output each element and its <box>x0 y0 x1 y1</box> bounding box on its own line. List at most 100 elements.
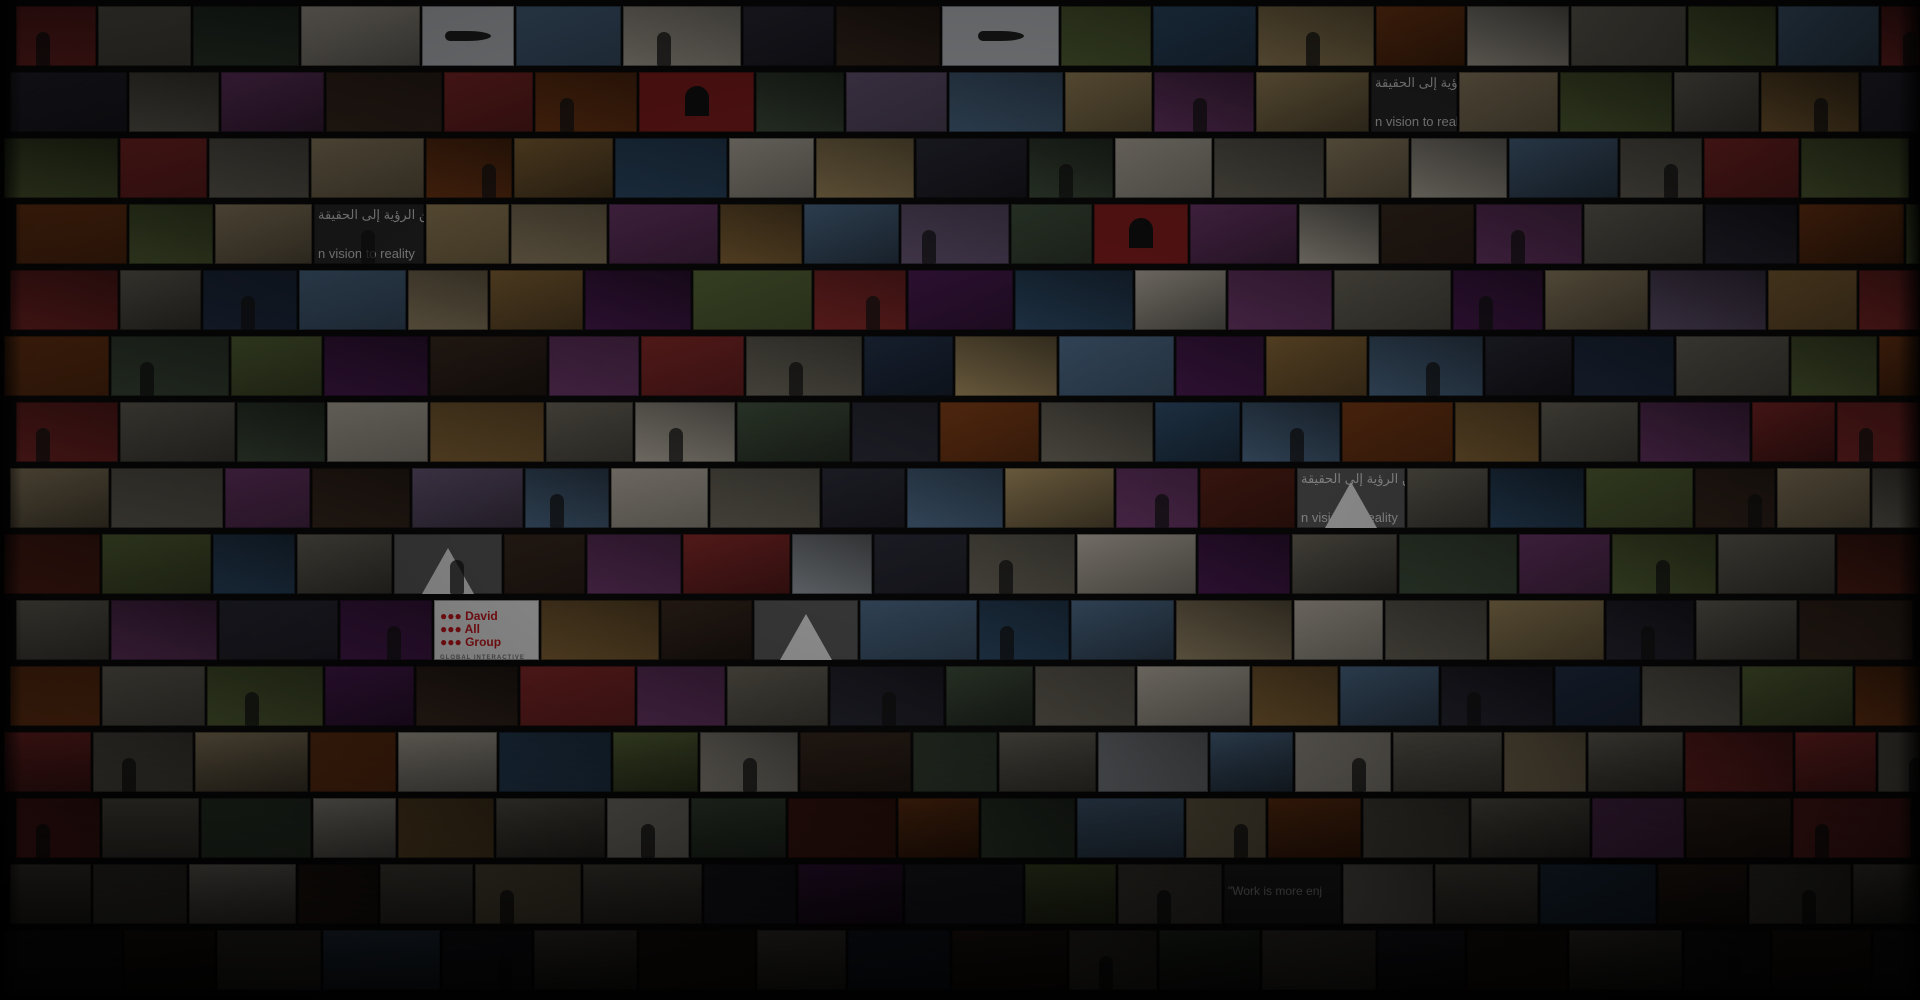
video-thumbnail[interactable] <box>1094 204 1188 264</box>
video-thumbnail[interactable] <box>1650 270 1766 330</box>
video-thumbnail[interactable] <box>313 798 396 858</box>
video-thumbnail[interactable] <box>120 402 235 462</box>
video-thumbnail[interactable] <box>193 6 299 66</box>
video-thumbnail[interactable] <box>1116 468 1198 528</box>
video-thumbnail[interactable] <box>1061 6 1151 66</box>
video-thumbnail[interactable] <box>1881 6 1920 66</box>
video-thumbnail[interactable] <box>661 600 752 660</box>
video-thumbnail[interactable] <box>1906 204 1920 264</box>
video-thumbnail[interactable] <box>323 930 440 990</box>
video-thumbnail[interactable] <box>1228 270 1332 330</box>
video-thumbnail[interactable] <box>207 666 323 726</box>
video-thumbnail[interactable] <box>1242 402 1340 462</box>
video-thumbnail[interactable] <box>426 204 509 264</box>
video-thumbnail[interactable] <box>949 72 1063 132</box>
video-thumbnail[interactable]: من الرؤية إلى الحقيقةn vision to reality <box>314 204 424 264</box>
video-thumbnail[interactable] <box>1035 666 1135 726</box>
video-thumbnail[interactable] <box>1334 270 1451 330</box>
video-thumbnail[interactable] <box>422 6 514 66</box>
video-thumbnail[interactable] <box>1294 600 1383 660</box>
video-thumbnail[interactable] <box>1399 534 1517 594</box>
video-thumbnail[interactable] <box>1696 600 1797 660</box>
video-thumbnail[interactable] <box>10 864 91 924</box>
video-thumbnail[interactable] <box>940 402 1039 462</box>
video-thumbnail[interactable] <box>1509 138 1618 198</box>
video-thumbnail[interactable] <box>874 534 967 594</box>
video-thumbnail[interactable] <box>514 138 613 198</box>
video-thumbnail[interactable] <box>611 468 708 528</box>
video-thumbnail[interactable] <box>822 468 905 528</box>
video-thumbnail[interactable] <box>217 930 321 990</box>
video-thumbnail[interactable] <box>1435 864 1538 924</box>
video-thumbnail[interactable] <box>1873 930 1920 990</box>
video-thumbnail[interactable] <box>1642 666 1740 726</box>
video-thumbnail[interactable] <box>1837 534 1920 594</box>
video-thumbnail[interactable] <box>946 666 1033 726</box>
video-thumbnail[interactable] <box>901 204 1009 264</box>
video-thumbnail[interactable] <box>1154 72 1254 132</box>
video-thumbnail[interactable] <box>1214 138 1324 198</box>
video-thumbnail[interactable] <box>637 666 725 726</box>
video-thumbnail[interactable] <box>1292 534 1397 594</box>
video-thumbnail[interactable] <box>327 402 428 462</box>
video-thumbnail[interactable] <box>1592 798 1684 858</box>
video-thumbnail[interactable] <box>203 270 297 330</box>
video-thumbnail[interactable] <box>430 402 544 462</box>
video-thumbnail[interactable] <box>541 600 659 660</box>
video-thumbnail[interactable] <box>981 798 1075 858</box>
video-thumbnail[interactable] <box>546 402 633 462</box>
video-thumbnail[interactable] <box>757 930 846 990</box>
video-thumbnail[interactable] <box>1799 600 1913 660</box>
video-thumbnail[interactable] <box>623 6 741 66</box>
video-thumbnail[interactable] <box>1560 72 1672 132</box>
video-thumbnail[interactable] <box>1441 666 1553 726</box>
video-thumbnail[interactable] <box>1872 468 1920 528</box>
video-thumbnail[interactable] <box>1252 666 1338 726</box>
video-thumbnail[interactable] <box>792 534 872 594</box>
video-thumbnail[interactable] <box>1258 6 1374 66</box>
video-thumbnail[interactable] <box>1186 798 1266 858</box>
video-thumbnail[interactable] <box>426 138 512 198</box>
video-thumbnail[interactable] <box>1476 204 1582 264</box>
video-thumbnail[interactable] <box>231 336 322 396</box>
video-thumbnail[interactable] <box>683 534 790 594</box>
video-thumbnail[interactable] <box>499 732 611 792</box>
video-thumbnail[interactable] <box>1453 270 1543 330</box>
video-thumbnail[interactable] <box>475 864 581 924</box>
video-thumbnail[interactable] <box>195 732 308 792</box>
video-thumbnail[interactable] <box>120 138 207 198</box>
video-thumbnail[interactable] <box>743 6 834 66</box>
video-thumbnail[interactable] <box>219 600 338 660</box>
video-thumbnail[interactable] <box>1071 600 1174 660</box>
video-thumbnail[interactable] <box>1588 732 1683 792</box>
video-thumbnail[interactable] <box>1772 930 1871 990</box>
video-thumbnail[interactable] <box>1029 138 1113 198</box>
video-thumbnail[interactable] <box>720 204 802 264</box>
video-thumbnail[interactable] <box>1545 270 1648 330</box>
video-thumbnail[interactable] <box>952 930 1067 990</box>
video-thumbnail[interactable] <box>788 798 896 858</box>
video-thumbnail[interactable] <box>4 534 100 594</box>
video-thumbnail[interactable] <box>442 930 532 990</box>
video-thumbnail[interactable] <box>635 402 735 462</box>
video-thumbnail[interactable] <box>201 798 311 858</box>
video-thumbnail[interactable] <box>615 138 727 198</box>
video-thumbnail[interactable] <box>111 468 223 528</box>
video-thumbnail[interactable] <box>16 6 96 66</box>
video-thumbnail[interactable] <box>1799 204 1904 264</box>
video-thumbnail[interactable] <box>830 666 944 726</box>
video-thumbnail[interactable] <box>955 336 1057 396</box>
video-thumbnail[interactable] <box>1295 732 1391 792</box>
video-thumbnail[interactable] <box>111 600 217 660</box>
video-thumbnail[interactable] <box>535 72 637 132</box>
video-thumbnail[interactable] <box>846 72 947 132</box>
video-thumbnail[interactable] <box>1025 864 1116 924</box>
video-thumbnail[interactable] <box>1795 732 1876 792</box>
video-thumbnail[interactable] <box>1069 930 1157 990</box>
video-thumbnail[interactable] <box>1011 204 1092 264</box>
video-thumbnail[interactable] <box>1326 138 1409 198</box>
video-thumbnail[interactable] <box>301 6 420 66</box>
video-thumbnail[interactable] <box>326 72 442 132</box>
video-thumbnail[interactable] <box>124 930 215 990</box>
video-thumbnail[interactable] <box>496 798 605 858</box>
